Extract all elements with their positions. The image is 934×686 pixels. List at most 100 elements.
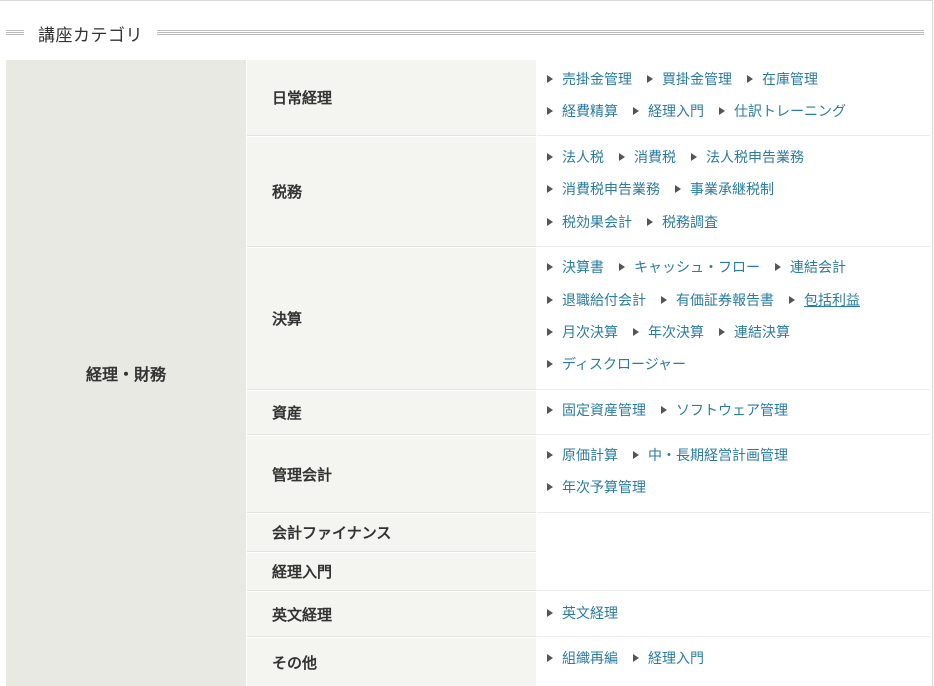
link-cell [537,514,930,552]
link-line: 英文経理 [547,602,633,624]
triangle-bullet-icon [719,107,725,115]
course-link[interactable]: 経理入門 [648,101,704,121]
link-item[interactable]: キャッシュ・フロー [619,257,760,277]
course-link[interactable]: 英文経理 [562,603,618,623]
link-item[interactable]: 法人税 [547,147,604,167]
subcategory-cell: 決算 [247,248,536,390]
triangle-bullet-icon [547,75,553,83]
link-item[interactable]: ソフトウェア管理 [661,400,788,420]
link-item[interactable]: 中・長期経営計画管理 [633,445,788,465]
course-link[interactable]: 決算書 [562,257,604,277]
subcategory-cell: 会計ファイナンス [247,514,536,552]
link-item[interactable]: 消費税 [619,147,676,167]
subcategory-cell: 資産 [247,391,536,435]
link-item[interactable]: 英文経理 [547,603,618,623]
link-item[interactable]: 経理入門 [633,648,704,668]
link-item[interactable]: 売掛金管理 [547,69,632,89]
link-line: 固定資産管理 ソフトウェア管理 [547,399,803,421]
course-link[interactable]: 税効果会計 [562,212,632,232]
triangle-bullet-icon [547,107,553,115]
link-item[interactable]: 税効果会計 [547,212,632,232]
subcategory-cell: 英文経理 [247,592,536,637]
link-line: 法人税 消費税 法人税申告業務 [547,146,819,168]
subcategory-label: 日常経理 [272,89,333,107]
subcategory-label: 決算 [272,310,303,328]
triangle-bullet-icon [789,296,795,304]
triangle-bullet-icon [633,107,639,115]
course-link[interactable]: 法人税申告業務 [706,147,804,167]
triangle-bullet-icon [547,406,553,414]
course-link[interactable]: 有価証券報告書 [676,290,774,310]
link-item[interactable]: 在庫管理 [747,69,818,89]
link-item[interactable]: 決算書 [547,257,604,277]
link-line: 税効果会計 税務調査 [547,211,733,233]
link-item[interactable]: 経費精算 [547,101,618,121]
course-link[interactable]: 年次予算管理 [562,477,646,497]
triangle-bullet-icon [547,360,553,368]
course-link[interactable]: 売掛金管理 [562,69,632,89]
link-item[interactable]: 固定資産管理 [547,400,646,420]
triangle-bullet-icon [647,218,653,226]
link-line: 年次予算管理 [547,476,661,498]
course-link[interactable]: 消費税申告業務 [562,179,660,199]
course-link[interactable]: 経費精算 [562,101,618,121]
triangle-bullet-icon [547,451,553,459]
link-item[interactable]: 税務調査 [647,212,718,232]
course-link[interactable]: 事業承継税制 [690,179,774,199]
triangle-bullet-icon [633,451,639,459]
link-cell: 組織再編 経理入門 [537,638,930,686]
triangle-bullet-icon [647,75,653,83]
course-link[interactable]: 連結決算 [734,322,790,342]
link-item[interactable]: 年次決算 [633,322,704,342]
link-item[interactable]: 年次予算管理 [547,477,646,497]
course-link[interactable]: 月次決算 [562,322,618,342]
main-category-cell: 経理・財務 [6,60,246,686]
course-link[interactable]: 原価計算 [562,445,618,465]
link-line: 月次決算 年次決算 連結決算 [547,321,805,343]
course-link[interactable]: 退職給付会計 [562,290,646,310]
link-item[interactable]: 連結会計 [775,257,846,277]
course-link[interactable]: キャッシュ・フロー [634,257,760,277]
link-item[interactable]: 原価計算 [547,445,618,465]
link-item[interactable]: 経理入門 [633,101,704,121]
course-link[interactable]: 固定資産管理 [562,400,646,420]
triangle-bullet-icon [633,328,639,336]
link-item[interactable]: 有価証券報告書 [661,290,774,310]
course-link[interactable]: 経理入門 [648,648,704,668]
triangle-bullet-icon [547,609,553,617]
link-item[interactable]: 仕訳トレーニング [719,101,846,121]
course-link[interactable]: 買掛金管理 [662,69,732,89]
link-item[interactable]: 事業承継税制 [675,179,774,199]
triangle-bullet-icon [633,654,639,662]
link-item[interactable]: 買掛金管理 [647,69,732,89]
course-link[interactable]: 包括利益 [804,290,860,310]
link-cell: 売掛金管理 買掛金管理 在庫管理 経費精算 経理入門 仕訳トレーニング [537,60,930,136]
course-link[interactable]: 仕訳トレーニング [734,101,846,121]
triangle-bullet-icon [547,153,553,161]
course-link[interactable]: ソフトウェア管理 [676,400,788,420]
course-link[interactable]: ディスクロージャー [562,354,686,374]
triangle-bullet-icon [675,185,681,193]
subcategory-cell: 管理会計 [247,436,536,513]
course-link[interactable]: 組織再編 [562,648,618,668]
course-link[interactable]: 連結会計 [790,257,846,277]
link-item[interactable]: 退職給付会計 [547,290,646,310]
link-item[interactable]: ディスクロージャー [547,354,686,374]
triangle-bullet-icon [547,328,553,336]
link-item[interactable]: 包括利益 [789,290,860,310]
subcategory-cell: 日常経理 [247,60,536,136]
link-item[interactable]: 消費税申告業務 [547,179,660,199]
subcategory-label: 英文経理 [272,605,333,624]
course-link[interactable]: 法人税 [562,147,604,167]
course-link[interactable]: 中・長期経営計画管理 [648,445,788,465]
link-item[interactable]: 月次決算 [547,322,618,342]
link-item[interactable]: 法人税申告業務 [691,147,804,167]
course-link[interactable]: 消費税 [634,147,676,167]
course-link[interactable]: 在庫管理 [762,69,818,89]
course-link[interactable]: 年次決算 [648,322,704,342]
link-item[interactable]: 連結決算 [719,322,790,342]
course-link[interactable]: 税務調査 [662,212,718,232]
subcategory-label: その他 [272,653,318,672]
link-item[interactable]: 組織再編 [547,648,618,668]
heading-rule-right [157,30,924,36]
